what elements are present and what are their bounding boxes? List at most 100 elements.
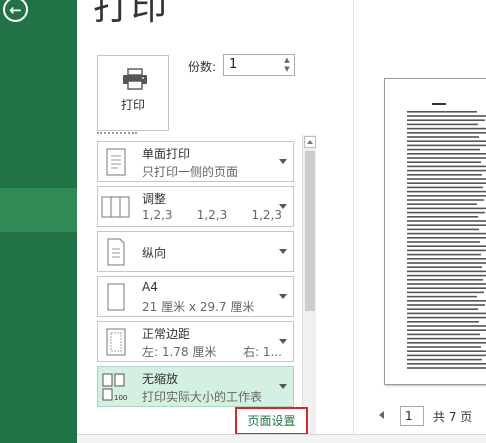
preview-text-line <box>407 316 486 319</box>
preview-text-line <box>407 245 486 247</box>
preview-text-line <box>407 270 486 273</box>
margins-icon <box>106 328 126 356</box>
preview-text-line <box>407 354 486 357</box>
chevron-down-icon <box>279 294 287 299</box>
preview-text-line <box>407 346 481 348</box>
preview-text-line <box>407 308 478 310</box>
back-arrow-icon[interactable]: ← <box>3 0 28 22</box>
preview-text-line <box>407 291 484 294</box>
preview-text-line <box>407 363 486 365</box>
preview-title-line <box>432 103 446 105</box>
page-title: 打印 <box>93 0 170 28</box>
margins-dropdown[interactable]: 正常边距 左: 1.78 厘米 右: 1... <box>97 321 294 362</box>
collate-icon <box>101 196 130 218</box>
status-bar <box>77 434 486 443</box>
preview-text-line <box>407 325 486 327</box>
no-scaling-icon: 100 <box>102 373 127 402</box>
settings-scrollbar[interactable] <box>302 135 316 435</box>
preview-text-line <box>407 211 485 214</box>
section-divider <box>97 132 137 136</box>
scaling-subtitle: 打印实际大小的工作表 <box>142 390 263 404</box>
preview-text-line <box>407 329 486 331</box>
preview-text-line <box>407 174 482 176</box>
paper-size-dropdown[interactable]: A4 21 厘米 x 29.7 厘米 <box>97 276 294 317</box>
preview-text-line <box>407 148 480 151</box>
preview-text-line <box>407 165 486 168</box>
margins-title: 正常边距 <box>142 327 191 341</box>
collate-title: 调整 <box>142 192 167 206</box>
sides-title: 单面打印 <box>142 147 191 161</box>
preview-text-line <box>407 195 486 197</box>
collate-subtitle: 1,2,3 1,2,3 1,2,3 <box>142 208 282 222</box>
preview-text-line <box>407 337 486 340</box>
preview-text-line <box>407 367 486 369</box>
preview-page <box>384 78 486 385</box>
preview-text-line <box>407 199 484 201</box>
preview-text-line <box>407 182 486 184</box>
scaling-title: 无缩放 <box>142 372 179 386</box>
preview-text-line <box>407 153 486 155</box>
chevron-down-icon <box>279 249 287 254</box>
preview-text-line <box>407 207 486 210</box>
preview-text-line <box>407 111 477 113</box>
preview-text-line <box>407 295 477 298</box>
preview-text-line <box>407 157 486 159</box>
preview-text-line <box>407 169 486 172</box>
total-pages: 共 7 页 <box>433 410 473 424</box>
collate-dropdown[interactable]: 调整 1,2,3 1,2,3 1,2,3 <box>97 186 294 227</box>
preview-text-line <box>407 132 486 134</box>
spin-up-icon[interactable]: ▲ <box>282 56 292 65</box>
preview-text-line <box>407 304 485 306</box>
preview-text-line <box>407 136 479 138</box>
orientation-dropdown[interactable]: 纵向 <box>97 231 294 272</box>
scroll-thumb[interactable] <box>305 151 315 311</box>
chevron-down-icon <box>279 204 287 209</box>
scroll-up-icon[interactable] <box>304 136 316 148</box>
prev-page-icon[interactable] <box>379 411 384 419</box>
preview-text-line <box>407 119 485 121</box>
chevron-down-icon <box>279 384 287 389</box>
preview-text-line <box>407 140 486 142</box>
preview-text-line <box>407 241 480 243</box>
preview-text-line <box>407 178 486 180</box>
preview-text-line <box>407 190 486 193</box>
preview-text-line <box>407 249 486 252</box>
preview-text-line <box>407 274 486 277</box>
sides-subtitle: 只打印一侧的页面 <box>142 165 239 179</box>
svg-text:100: 100 <box>114 394 127 402</box>
preview-text-line <box>407 333 480 336</box>
preview-text-line <box>407 312 486 315</box>
copies-input[interactable]: 1 ▲ ▼ <box>223 54 295 76</box>
scaling-dropdown[interactable]: 100 无缩放 打印实际大小的工作表 <box>97 366 294 407</box>
preview-text-line <box>407 358 482 361</box>
spin-down-icon[interactable]: ▼ <box>282 65 292 74</box>
preview-text-line <box>407 232 486 235</box>
page-setup-link[interactable]: 页面设置 <box>235 407 308 435</box>
print-button[interactable]: 打印 <box>97 55 169 131</box>
copies-value: 1 <box>229 57 238 72</box>
preview-text-line <box>407 123 478 126</box>
preview-text-line <box>407 279 483 281</box>
sidebar-item-print[interactable] <box>0 188 77 232</box>
current-page-input[interactable]: 1 <box>400 406 424 426</box>
paper-size-icon <box>107 283 125 311</box>
preview-text-line <box>407 127 486 130</box>
preview-text-line <box>407 321 479 323</box>
copies-label: 份数: <box>188 60 217 74</box>
preview-text-line <box>407 220 486 222</box>
single-page-icon <box>106 148 126 176</box>
preview-text-line <box>407 258 486 260</box>
preview-text-line <box>407 186 483 189</box>
portrait-icon <box>107 238 125 266</box>
backstage-sidebar: ← <box>0 0 77 443</box>
preview-text-line <box>407 253 481 256</box>
sides-dropdown[interactable]: 单面打印 只打印一侧的页面 <box>97 141 294 182</box>
collate-seq-3: 1,2,3 <box>251 208 282 222</box>
preview-text-line <box>407 203 477 205</box>
preview-text-line <box>407 266 482 268</box>
collate-seq-1: 1,2,3 <box>142 208 173 222</box>
chevron-down-icon <box>279 159 287 164</box>
preview-text-line <box>407 287 486 289</box>
preview-text-line <box>407 216 478 218</box>
preview-text-line <box>407 224 486 226</box>
